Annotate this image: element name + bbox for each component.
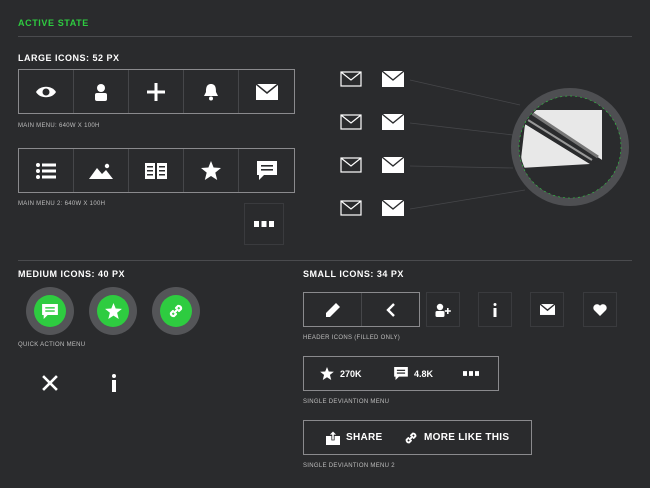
- more-dots-icon: [254, 221, 274, 227]
- info-button[interactable]: [92, 362, 136, 404]
- mail-icon: [256, 83, 278, 100]
- star-icon: [320, 367, 334, 380]
- image-icon: [89, 163, 113, 179]
- link-icon: [169, 304, 183, 318]
- favorite-button[interactable]: [583, 292, 617, 327]
- deviation-menu-2-bar: SHARE MORE LIKE THIS: [303, 420, 532, 455]
- header-back-button[interactable]: [362, 293, 420, 326]
- heart-icon: [593, 303, 607, 316]
- main-menu-2-bar: [18, 148, 295, 193]
- deviation-more-button[interactable]: [459, 357, 483, 390]
- add-user-button[interactable]: [426, 292, 460, 327]
- info-icon: [493, 302, 497, 317]
- quick-action-star[interactable]: [89, 287, 137, 335]
- share-button[interactable]: SHARE: [326, 421, 383, 454]
- main-menu-item-mail[interactable]: [239, 70, 295, 113]
- info-icon: [112, 374, 116, 392]
- share-label: SHARE: [346, 432, 383, 443]
- deviation-menu-2-caption: SINGLE DEVIANTION MENU 2: [303, 463, 395, 469]
- star-icon: [201, 161, 221, 180]
- magnifier-circle: [511, 88, 629, 206]
- close-button[interactable]: [28, 362, 72, 404]
- main-menu-item-plus[interactable]: [129, 70, 184, 113]
- deviation-menu-bar: 270K 4.8K: [303, 356, 499, 391]
- medium-icons-title: MEDIUM ICONS: 40 PX: [18, 269, 126, 279]
- header-icons-caption: HEADER ICONS (FILLED ONLY): [303, 335, 401, 341]
- more-dots-icon: [463, 371, 479, 376]
- main-menu-2-item-comment[interactable]: [239, 149, 295, 192]
- more-like-this-label: MORE LIKE THIS: [424, 432, 510, 443]
- mail-icon: [539, 304, 555, 315]
- deviation-menu-caption: SINGLE DEVIANTION MENU: [303, 399, 390, 405]
- outline-mail-icons: [340, 71, 362, 216]
- main-menu-2-item-list[interactable]: [19, 149, 74, 192]
- page-title: ACTIVE STATE: [18, 18, 89, 28]
- section-divider: [18, 260, 632, 261]
- more-like-this-button[interactable]: MORE LIKE THIS: [404, 421, 509, 454]
- main-menu-item-bell[interactable]: [184, 70, 239, 113]
- favorites-stat[interactable]: 270K: [320, 357, 362, 390]
- eye-icon: [36, 86, 56, 97]
- favorites-count: 270K: [340, 368, 362, 379]
- comment-icon: [257, 161, 277, 180]
- comments-stat[interactable]: 4.8K: [394, 357, 433, 390]
- main-menu-2-item-book[interactable]: [129, 149, 184, 192]
- header-divider: [18, 36, 632, 37]
- quick-action-comment[interactable]: [26, 287, 74, 335]
- bell-icon: [204, 83, 218, 100]
- user-icon: [95, 83, 107, 101]
- link-icon: [405, 432, 417, 443]
- main-menu-item-user[interactable]: [74, 70, 129, 113]
- pencil-icon: [325, 302, 340, 317]
- share-icon: [326, 430, 340, 445]
- main-menu-bar: [18, 69, 295, 114]
- star-icon: [104, 303, 122, 319]
- filled-mail-icons: [381, 70, 405, 216]
- mail-small-button[interactable]: [530, 292, 564, 327]
- info-small-button[interactable]: [478, 292, 512, 327]
- back-icon: [386, 302, 395, 317]
- main-menu-caption: MAIN MENU: 640W X 100H: [18, 123, 100, 129]
- mail-zoom-illustration: [340, 70, 629, 216]
- main-menu-2-item-image[interactable]: [74, 149, 129, 192]
- header-icons-bar: [303, 292, 420, 327]
- comments-count: 4.8K: [414, 368, 434, 379]
- main-menu-item-eye[interactable]: [19, 70, 74, 113]
- comment-icon: [42, 303, 58, 319]
- add-user-icon: [435, 303, 451, 317]
- list-icon: [36, 162, 56, 179]
- large-icons-title: LARGE ICONS: 52 PX: [18, 53, 120, 63]
- quick-action-caption: QUICK ACTION MENU: [18, 342, 86, 348]
- more-button[interactable]: [244, 203, 284, 245]
- main-menu-2-caption: MAIN MENU 2: 640W X 100H: [18, 201, 106, 207]
- book-icon: [145, 162, 167, 179]
- comment-icon: [394, 367, 408, 380]
- plus-icon: [147, 82, 165, 101]
- main-menu-2-item-star[interactable]: [184, 149, 239, 192]
- quick-action-link[interactable]: [152, 287, 200, 335]
- small-icons-title: SMALL ICONS: 34 PX: [303, 269, 404, 279]
- header-edit-button[interactable]: [304, 293, 362, 326]
- close-icon: [42, 375, 58, 391]
